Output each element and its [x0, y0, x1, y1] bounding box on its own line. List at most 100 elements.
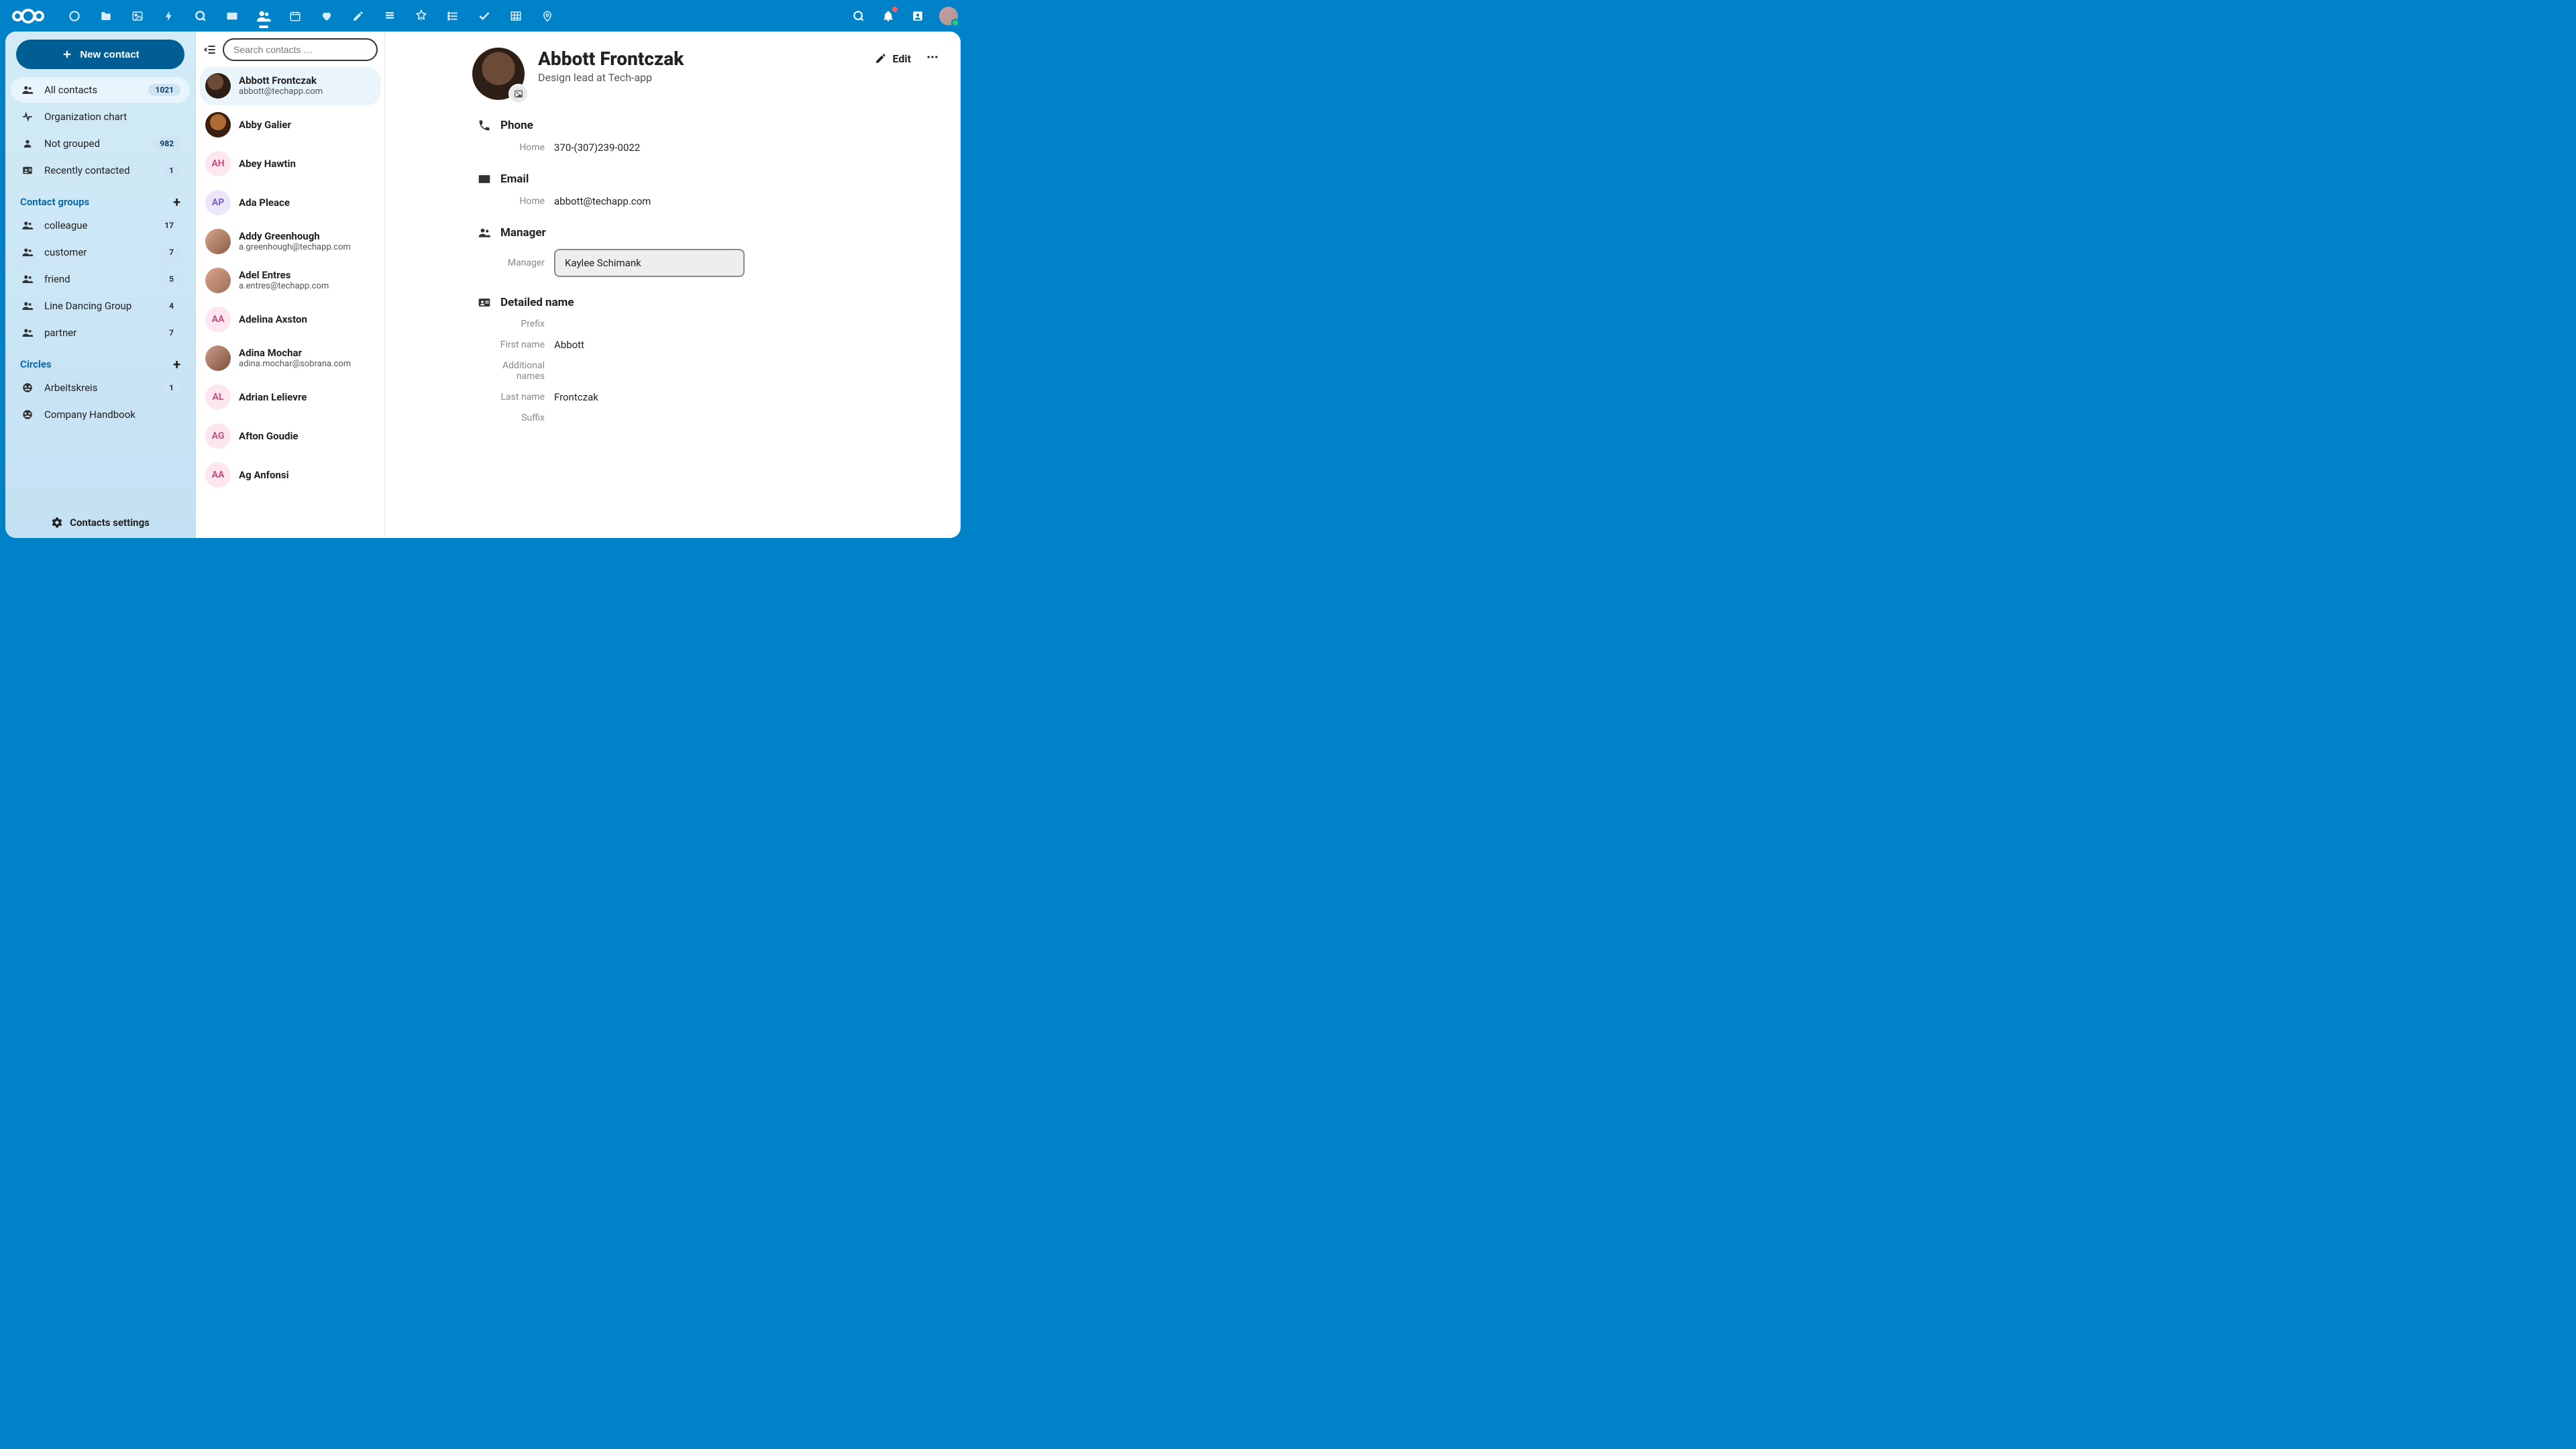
contact-name: Ada Pleace	[239, 197, 290, 209]
mail-icon[interactable]	[217, 0, 247, 32]
field-label: Additional names	[472, 360, 554, 382]
section-circles: Circles +	[11, 345, 190, 375]
search-input[interactable]	[223, 38, 378, 61]
edit-button[interactable]: Edit	[875, 52, 911, 65]
people-icon	[20, 273, 35, 285]
circle-icon	[20, 409, 35, 421]
choose-photo-button[interactable]	[510, 85, 527, 103]
list-icon[interactable]	[437, 0, 468, 32]
contacts-menu-icon[interactable]	[910, 8, 926, 24]
contact-avatar: AA	[205, 307, 231, 332]
group-label: Line Dancing Group	[44, 300, 153, 312]
people-icon	[20, 219, 35, 231]
contact-item[interactable]: AA Ag Anfonsi	[200, 455, 380, 494]
contact-avatar: AP	[205, 190, 231, 215]
settings-label: Contacts settings	[70, 517, 150, 529]
group-count: 7	[162, 246, 180, 258]
circle-label: Arbeitskreis	[44, 382, 153, 394]
add-group-button[interactable]: +	[173, 195, 180, 209]
field-label: Manager	[472, 258, 554, 268]
contact-item[interactable]: AG Afton Goudie	[200, 417, 380, 455]
contacts-icon[interactable]	[248, 0, 278, 32]
section-title: Circles	[20, 358, 52, 370]
nextcloud-logo[interactable]	[9, 7, 47, 25]
group-item-colleague[interactable]: colleague 17	[11, 213, 190, 238]
group-item-partner[interactable]: partner 7	[11, 320, 190, 345]
field-label: Prefix	[472, 319, 554, 329]
favorites-icon[interactable]	[311, 0, 341, 32]
calendar-icon[interactable]	[280, 0, 310, 32]
photos-icon[interactable]	[122, 0, 152, 32]
group-item-customer[interactable]: customer 7	[11, 239, 190, 265]
contact-subtitle: abbott@techapp.com	[239, 87, 323, 97]
field-value: abbott@techapp.com	[554, 195, 651, 207]
files-icon[interactable]	[91, 0, 121, 32]
sidebar: New contact All contacts 1021 Organizati…	[5, 32, 196, 538]
nav-label: Recently contacted	[44, 164, 153, 176]
circle-item-arbeitskreis[interactable]: Arbeitskreis 1	[11, 375, 190, 400]
contact-item[interactable]: AP Ada Pleace	[200, 183, 380, 222]
group-label: partner	[44, 327, 153, 339]
contact-name: Addy Greenhough	[239, 230, 351, 242]
contact-subtitle: a.greenhough@techapp.com	[239, 242, 351, 253]
manager-select[interactable]: Kaylee Schimank	[554, 249, 745, 277]
nav-not-grouped[interactable]: Not grouped 982	[11, 131, 190, 156]
section-detailed-name: Detailed name Prefix First nameAbbott Ad…	[472, 296, 939, 423]
groups-list: colleague 17 customer 7 friend 5 Line Da…	[11, 213, 190, 345]
search-icon[interactable]	[851, 8, 867, 24]
field-value: 370-(307)239-0022	[554, 142, 640, 154]
contact-name: Adina Mochar	[239, 347, 351, 359]
activity-icon[interactable]	[154, 0, 184, 32]
group-item-line-dancing[interactable]: Line Dancing Group 4	[11, 293, 190, 319]
contacts-settings-button[interactable]: Contacts settings	[11, 510, 190, 533]
tables-icon[interactable]	[500, 0, 531, 32]
field-label: Home	[472, 196, 554, 207]
contact-name: Ag Anfonsi	[239, 469, 289, 481]
notes-icon[interactable]	[343, 0, 373, 32]
contact-item[interactable]: Abby Galier	[200, 105, 380, 144]
gear-icon	[51, 517, 63, 529]
email-icon	[472, 172, 491, 186]
detail-subtitle: Design lead at Tech-app	[538, 71, 861, 84]
collapse-sidebar-button[interactable]	[203, 42, 217, 57]
contact-item[interactable]: Adel Entres a.entres@techapp.com	[200, 261, 380, 300]
field-value: Abbott	[554, 339, 584, 351]
topbar	[0, 0, 966, 32]
contact-item[interactable]: AL Adrian Lelievre	[200, 378, 380, 417]
dots-horizontal-icon	[926, 50, 939, 64]
nav-recently-contacted[interactable]: Recently contacted 1	[11, 158, 190, 183]
manager-icon	[472, 226, 491, 239]
more-actions-button[interactable]	[926, 50, 939, 66]
bookmarks-icon[interactable]	[406, 0, 436, 32]
detail-actions: Edit	[875, 50, 939, 66]
new-contact-button[interactable]: New contact	[16, 40, 184, 69]
contact-avatar: AH	[205, 151, 231, 176]
contact-item[interactable]: Addy Greenhough a.greenhough@techapp.com	[200, 222, 380, 261]
deck-icon[interactable]	[374, 0, 405, 32]
dashboard-icon[interactable]	[59, 0, 89, 32]
circle-icon	[20, 382, 35, 394]
contact-item[interactable]: Adina Mochar adina.mochar@sobrana.com	[200, 339, 380, 378]
contact-item[interactable]: AA Adelina Axston	[200, 300, 380, 339]
search-app-icon[interactable]	[185, 0, 215, 32]
tasks-icon[interactable]	[469, 0, 499, 32]
notifications-icon[interactable]	[880, 8, 896, 24]
nav-org-chart[interactable]: Organization chart	[11, 104, 190, 129]
maps-icon[interactable]	[532, 0, 562, 32]
detail-avatar[interactable]	[472, 48, 525, 100]
group-item-friend[interactable]: friend 5	[11, 266, 190, 292]
section-title: Contact groups	[20, 196, 89, 208]
id-card-icon	[472, 296, 491, 309]
nav-count: 1021	[148, 84, 180, 96]
detail-header: Abbott Frontczak Design lead at Tech-app…	[472, 48, 939, 100]
app-root: New contact All contacts 1021 Organizati…	[0, 0, 966, 543]
nav-all-contacts[interactable]: All contacts 1021	[11, 77, 190, 103]
contact-item[interactable]: Abbott Frontczak abbott@techapp.com	[200, 66, 380, 105]
section-email: Email Home abbott@techapp.com	[472, 172, 939, 207]
contact-avatar: AG	[205, 423, 231, 449]
add-circle-button[interactable]: +	[173, 358, 180, 371]
contact-item[interactable]: AH Abey Hawtin	[200, 144, 380, 183]
user-menu[interactable]	[939, 7, 958, 25]
app-nav	[59, 0, 562, 32]
circle-item-company-handbook[interactable]: Company Handbook	[11, 402, 190, 427]
